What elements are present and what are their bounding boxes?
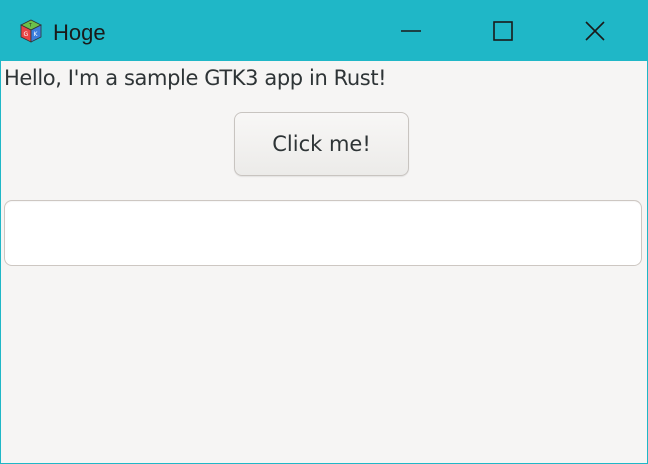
minimize-button[interactable] [365, 1, 457, 61]
window-title: Hoge [53, 20, 106, 45]
svg-text:T: T [28, 23, 32, 29]
app-window: G K T Hoge Hello, I'm a sample GTK3 app … [0, 0, 648, 464]
title-bar[interactable]: G K T Hoge [1, 1, 647, 61]
close-button[interactable] [549, 1, 641, 61]
maximize-button[interactable] [457, 1, 549, 61]
hello-label: Hello, I'm a sample GTK3 app in Rust! [4, 66, 387, 90]
window-content: Hello, I'm a sample GTK3 app in Rust! Cl… [1, 61, 647, 463]
minimize-icon [400, 20, 422, 42]
gtk-cube-icon: G K T [19, 19, 43, 43]
click-me-button[interactable]: Click me! [234, 112, 409, 176]
maximize-icon [492, 20, 514, 42]
text-entry[interactable] [4, 200, 642, 266]
svg-text:G: G [24, 31, 29, 38]
close-icon [584, 20, 606, 42]
